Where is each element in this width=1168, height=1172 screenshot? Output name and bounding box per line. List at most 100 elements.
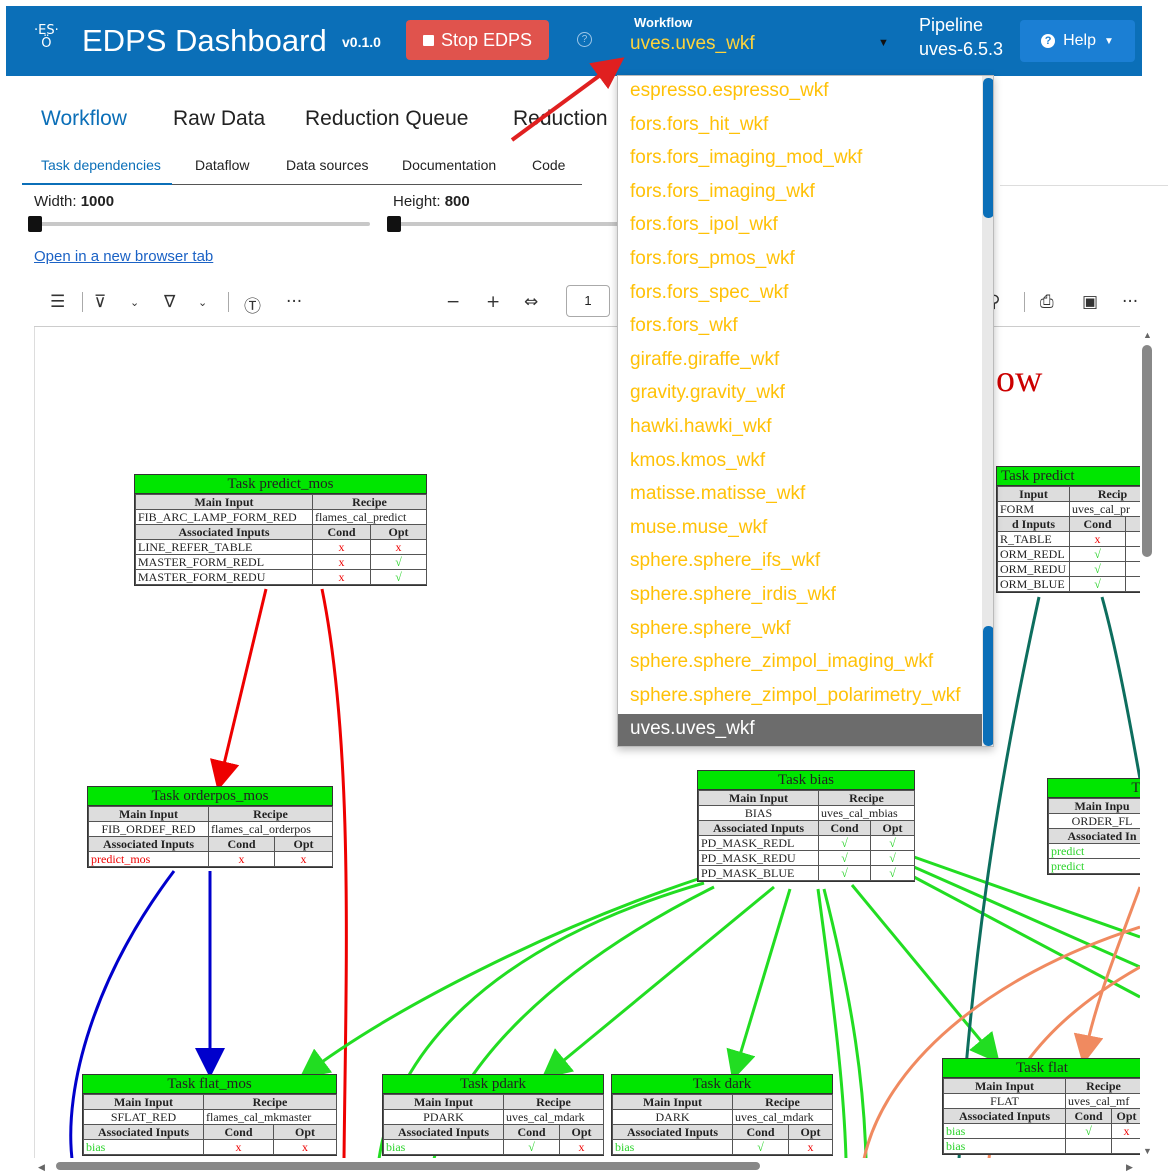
tab-code[interactable]: Code — [532, 157, 565, 173]
height-label: Height: 800 — [393, 193, 470, 210]
workflow-option[interactable]: fors.fors_ipol_wkf — [630, 214, 778, 236]
stop-edps-button[interactable]: Stop EDPS — [406, 20, 549, 60]
scroll-right-icon[interactable]: ▶ — [1126, 1162, 1133, 1172]
vertical-scroll-thumb[interactable] — [1142, 345, 1152, 557]
tab-dataflow[interactable]: Dataflow — [195, 157, 249, 173]
eso-logo: ·ES· Ö — [34, 23, 59, 51]
scroll-left-icon[interactable]: ◀ — [38, 1162, 45, 1172]
zoom-out-icon[interactable]: − — [446, 292, 460, 312]
workflow-option[interactable]: espresso.espresso_wkf — [630, 80, 829, 102]
task-title: Tas — [1048, 779, 1140, 798]
task-predict-mos[interactable]: Task predict_mos Main Input Recipe FIB_AR… — [134, 474, 427, 586]
width-slider[interactable] — [34, 222, 370, 226]
help-button[interactable]: ? Help ▼ — [1020, 20, 1135, 62]
chevron-down-icon[interactable]: ⌄ — [130, 296, 139, 309]
tab-reduction[interactable]: Reduction — [513, 107, 608, 131]
tab-task-dependencies[interactable]: Task dependencies — [41, 157, 161, 173]
task-predict[interactable]: Task predict Input Recip FORM uves_cal_pr … — [996, 466, 1140, 593]
workflow-option[interactable]: sphere.sphere_zimpol_imaging_wkf — [630, 651, 933, 673]
question-icon[interactable]: ? — [577, 32, 592, 47]
workflow-option[interactable]: sphere.sphere_irdis_wkf — [630, 584, 836, 606]
workflow-option[interactable]: giraffe.giraffe_wkf — [630, 349, 779, 371]
text-icon[interactable]: Ⓣ — [244, 292, 261, 317]
task-title: Task orderpos_mos — [88, 787, 332, 806]
workflow-option[interactable]: gravity.gravity_wkf — [630, 382, 785, 404]
separator — [82, 292, 83, 312]
workflow-option[interactable]: fors.fors_imaging_mod_wkf — [630, 147, 862, 169]
tab-reduction-queue[interactable]: Reduction Queue — [305, 107, 468, 131]
zoom-in-icon[interactable]: + — [486, 292, 500, 312]
print-icon[interactable]: ⎙ — [1040, 292, 1054, 312]
divider — [1000, 185, 1168, 186]
workflow-option[interactable]: sphere.sphere_wkf — [630, 618, 791, 640]
outline-icon[interactable]: ☰ — [50, 292, 65, 312]
edge-bias-dark — [726, 888, 792, 1081]
pipeline-value: uves-6.5.3 — [919, 39, 1004, 59]
open-new-tab-link[interactable]: Open in a new browser tab — [34, 248, 213, 265]
workflow-option-label: uves.uves_wkf — [630, 718, 755, 739]
workflow-option[interactable]: muse.muse_wkf — [630, 517, 767, 539]
workflow-option[interactable]: sphere.sphere_zimpol_polarimetry_wkf — [630, 685, 961, 707]
save-icon[interactable]: ▣ — [1082, 292, 1098, 312]
edge-predict_mos-flat_mos — [320, 588, 348, 1158]
task-title: Task predict_mos — [135, 475, 426, 494]
task-title: Task predict — [997, 467, 1140, 486]
workflow-select[interactable]: uves.uves_wkf — [630, 33, 755, 55]
tab-raw-data[interactable]: Raw Data — [173, 107, 265, 131]
width-label: Width: 1000 — [34, 193, 115, 210]
pipeline-label: Pipeline — [919, 15, 984, 35]
task-bias[interactable]: Task bias Main Input Recipe BIAS uves_cal_… — [697, 770, 915, 882]
width-slider-thumb[interactable] — [28, 216, 42, 232]
help-button-label: Help — [1063, 32, 1096, 49]
more-icon[interactable]: ··· — [286, 292, 302, 312]
workflow-option[interactable]: fors.fors_imaging_wkf — [630, 181, 815, 203]
task-title: Task bias — [698, 771, 914, 790]
workflow-dropdown[interactable]: espresso.espresso_wkf fors.fors_hit_wkffo… — [617, 75, 994, 747]
task-title: Task flat — [943, 1059, 1140, 1078]
workflow-option[interactable]: fors.fors_spec_wkf — [630, 282, 788, 304]
task-pdark[interactable]: Task pdark Main Input Recipe PDARK uves_ca… — [382, 1074, 604, 1156]
stop-icon — [422, 34, 434, 46]
tab-documentation[interactable]: Documentation — [402, 157, 496, 173]
workflow-option[interactable]: fors.fors_hit_wkf — [630, 114, 768, 136]
workflow-option[interactable]: matisse.matisse_wkf — [630, 483, 805, 505]
more-icon[interactable]: ··· — [1122, 292, 1138, 312]
task-orderpos[interactable]: Tas Main Inpu ORDER_FL Associated In pre… — [1047, 778, 1140, 875]
highlight-icon[interactable]: ⊽ — [94, 292, 106, 312]
horizontal-scroll-thumb[interactable] — [56, 1162, 760, 1170]
edge-bias-right-2 — [913, 865, 1140, 969]
graph-title-fragment: ow — [996, 358, 1043, 400]
help-circle-icon: ? — [1041, 34, 1056, 48]
task-flat[interactable]: Task flat Main Input Recipe FLAT uves_cal_… — [942, 1058, 1140, 1155]
fit-width-icon[interactable]: ⇔ — [524, 292, 538, 312]
task-title: Task dark — [612, 1075, 832, 1094]
workflow-option[interactable]: fors.fors_wkf — [630, 315, 738, 337]
edge-predict-down-2 — [1100, 596, 1140, 780]
workflow-option[interactable]: hawki.hawki_wkf — [630, 416, 772, 438]
dropdown-scroll-thumb[interactable] — [983, 626, 993, 746]
height-slider-thumb[interactable] — [387, 216, 401, 232]
workflow-option[interactable]: fors.fors_pmos_wkf — [630, 248, 795, 270]
caret-down-icon: ▼ — [1104, 35, 1114, 47]
chevron-down-icon[interactable]: ⌄ — [198, 296, 207, 309]
workflow-option-selected[interactable]: uves.uves_wkf — [618, 714, 982, 746]
app-title[interactable]: EDPS Dashboard — [82, 23, 327, 59]
tab-workflow[interactable]: Workflow — [41, 107, 127, 131]
task-dark[interactable]: Task dark Main Input Recipe DARK uves_cal_… — [611, 1074, 833, 1156]
task-title: Task flat_mos — [83, 1075, 336, 1094]
version-label: v0.1.0 — [342, 34, 381, 50]
separator — [1024, 292, 1025, 312]
task-flat-mos[interactable]: Task flat_mos Main Input Recipe SFLAT_RED… — [82, 1074, 337, 1156]
workflow-option[interactable]: kmos.kmos_wkf — [630, 450, 765, 472]
dropdown-scroll-thumb[interactable] — [983, 78, 993, 218]
top-navbar: ·ES· Ö EDPS Dashboard v0.1.0 Stop EDPS ? … — [6, 6, 1142, 76]
page-number-input[interactable]: 1 — [566, 285, 610, 317]
height-slider[interactable] — [393, 222, 619, 226]
draw-icon[interactable]: ∇ — [164, 292, 175, 312]
workflow-option[interactable]: sphere.sphere_ifs_wkf — [630, 550, 820, 572]
tab-data-sources[interactable]: Data sources — [286, 157, 368, 173]
caret-down-icon[interactable]: ▼ — [878, 37, 889, 49]
scroll-up-icon[interactable]: ▲ — [1143, 330, 1152, 340]
task-orderpos-mos[interactable]: Task orderpos_mos Main Input Recipe FIB_O… — [87, 786, 333, 868]
scroll-down-icon[interactable]: ▼ — [1143, 1146, 1152, 1156]
